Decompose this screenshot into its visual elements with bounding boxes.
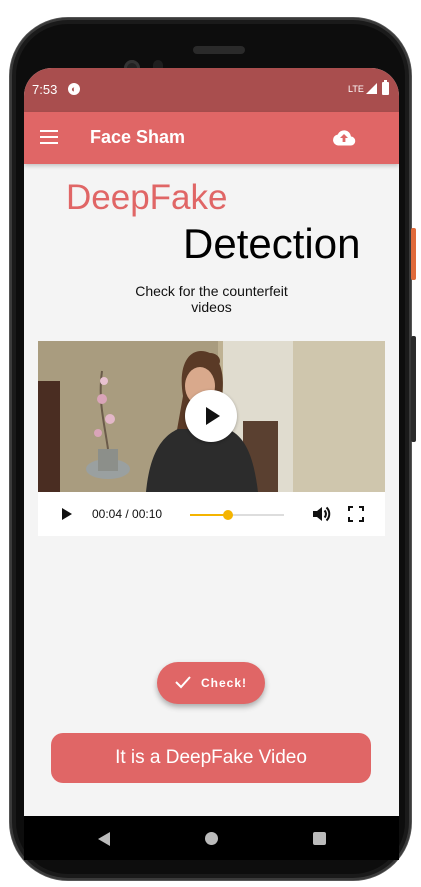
- progress-slider[interactable]: [190, 510, 284, 520]
- app-title: Face Sham: [90, 127, 186, 147]
- cloud-upload-icon[interactable]: [332, 128, 356, 148]
- back-icon[interactable]: [98, 832, 110, 846]
- title-detection: Detection: [183, 220, 361, 267]
- system-nav-bar: [24, 816, 399, 860]
- battery-icon: [382, 80, 389, 95]
- progress-knob[interactable]: [222, 510, 233, 520]
- earpiece-speaker: [193, 46, 245, 54]
- video-controls: 00:04 / 00:10: [38, 492, 385, 536]
- video-time: 00:04 / 00:10: [92, 507, 163, 521]
- app-notification-icon: ◐: [68, 83, 80, 95]
- status-time: 7:53: [32, 82, 58, 97]
- network-type: LTE: [348, 84, 364, 94]
- progress-fill: [190, 514, 228, 516]
- volume-icon[interactable]: [311, 505, 331, 523]
- play-button[interactable]: [62, 508, 72, 520]
- check-icon: [175, 676, 191, 689]
- app-screen: 7:53 ◐ LTE Face Sham DeepFake Detection …: [24, 68, 399, 846]
- result-button[interactable]: It is a DeepFake Video: [51, 733, 371, 783]
- home-icon[interactable]: [205, 832, 218, 845]
- signal-icon: [366, 83, 377, 94]
- video-player[interactable]: 00:04 / 00:10: [38, 341, 385, 536]
- recents-icon[interactable]: [313, 832, 326, 845]
- play-icon: [206, 407, 220, 425]
- status-bar: 7:53 ◐ LTE: [24, 68, 399, 112]
- check-button[interactable]: Check!: [157, 662, 265, 704]
- fullscreen-icon[interactable]: [348, 506, 364, 522]
- volume-button: [411, 336, 416, 442]
- title-deepfake: DeepFake: [66, 178, 228, 217]
- subtitle: Check for the counterfeit videos: [135, 283, 288, 315]
- video-play-overlay-button[interactable]: [185, 390, 237, 442]
- check-button-label: Check!: [201, 676, 248, 690]
- app-bar: Face Sham: [24, 112, 399, 164]
- power-button: [411, 228, 416, 280]
- menu-icon[interactable]: [40, 130, 58, 144]
